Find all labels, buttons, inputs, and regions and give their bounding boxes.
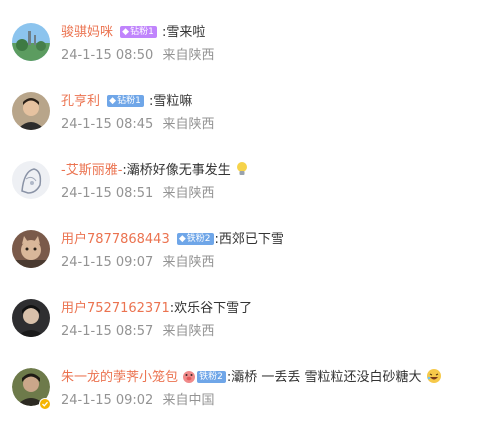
comment-text: :雪粒嘛	[148, 94, 193, 109]
comment-location: 来自陕西	[162, 117, 215, 132]
comment-location: 来自陕西	[162, 186, 215, 201]
username-link[interactable]: 用户7877868443	[61, 232, 170, 247]
username-link[interactable]: 朱一龙的荸荠小笼包	[61, 370, 178, 385]
comment-location: 来自中国	[162, 393, 215, 408]
comment-item: 用户7877868443 ◆铁粉2:西郊已下雪 24-1-15 09:07 来自…	[0, 229, 494, 297]
fan-badge[interactable]: 铁粉2	[197, 371, 226, 383]
comment-item: 朱一龙的荸荠小笼包 铁粉2:灞桥 一丢丢 雪粒粒还没白砂糖大 24-1-15 0…	[0, 367, 494, 435]
username-link[interactable]: 用户7527162371	[61, 301, 170, 316]
comment-text: :雪来啦	[161, 25, 206, 40]
fan-badge[interactable]: ◆钻粉1	[107, 95, 144, 107]
comment-item: 骏骐妈咪 ◆钻粉1 :雪来啦 24-1-15 08:50 来自陕西	[0, 22, 494, 90]
comment-time: 24-1-15 09:07	[61, 255, 154, 270]
comment-time: 24-1-15 08:45	[61, 117, 154, 132]
man-portrait-avatar[interactable]	[12, 92, 50, 130]
comment-location: 来自陕西	[162, 324, 215, 339]
verified-portrait-avatar[interactable]	[12, 368, 51, 410]
comment-time: 24-1-15 09:02	[61, 393, 154, 408]
comment-location: 来自陕西	[162, 255, 215, 270]
diamond-icon: ◆	[178, 234, 186, 244]
username-link[interactable]: -艾斯丽雅-	[61, 163, 122, 178]
comment-text: :欢乐谷下雪了	[169, 301, 253, 316]
comment-text: :西郊已下雪	[214, 232, 284, 247]
comment-text: :灞桥 一丢丢 雪粒粒还没白砂糖大	[226, 370, 422, 385]
sketch-avatar[interactable]	[12, 161, 50, 199]
diamond-icon: ◆	[109, 96, 117, 106]
verified-icon	[39, 395, 51, 410]
landscape-avatar[interactable]	[12, 23, 50, 61]
diamond-icon: ◆	[122, 27, 130, 37]
username-link[interactable]: 孔亨利	[61, 94, 100, 109]
dark-portrait-avatar[interactable]	[12, 299, 50, 337]
fan-badge[interactable]: ◆铁粉2	[176, 233, 214, 245]
comment-time: 24-1-15 08:57	[61, 324, 154, 339]
username-link[interactable]: 骏骐妈咪	[61, 25, 113, 40]
comment-text: :灞桥好像无事发生	[122, 163, 231, 178]
bulb-emoji-icon	[235, 161, 249, 185]
laughing-emoji-icon	[426, 368, 442, 392]
comment-time: 24-1-15 08:50	[61, 48, 154, 63]
pig-icon	[182, 370, 196, 392]
comment-item: -艾斯丽雅-:灞桥好像无事发生 24-1-15 08:51 来自陕西	[0, 160, 494, 228]
comment-item: 孔亨利 ◆钻粉1 :雪粒嘛 24-1-15 08:45 来自陕西	[0, 91, 494, 159]
fan-badge[interactable]: ◆钻粉1	[120, 26, 157, 38]
cat-avatar[interactable]	[12, 230, 50, 268]
comment-item: 用户7527162371:欢乐谷下雪了 24-1-15 08:57 来自陕西	[0, 298, 494, 366]
comment-location: 来自陕西	[162, 48, 215, 63]
comment-time: 24-1-15 08:51	[61, 186, 154, 201]
